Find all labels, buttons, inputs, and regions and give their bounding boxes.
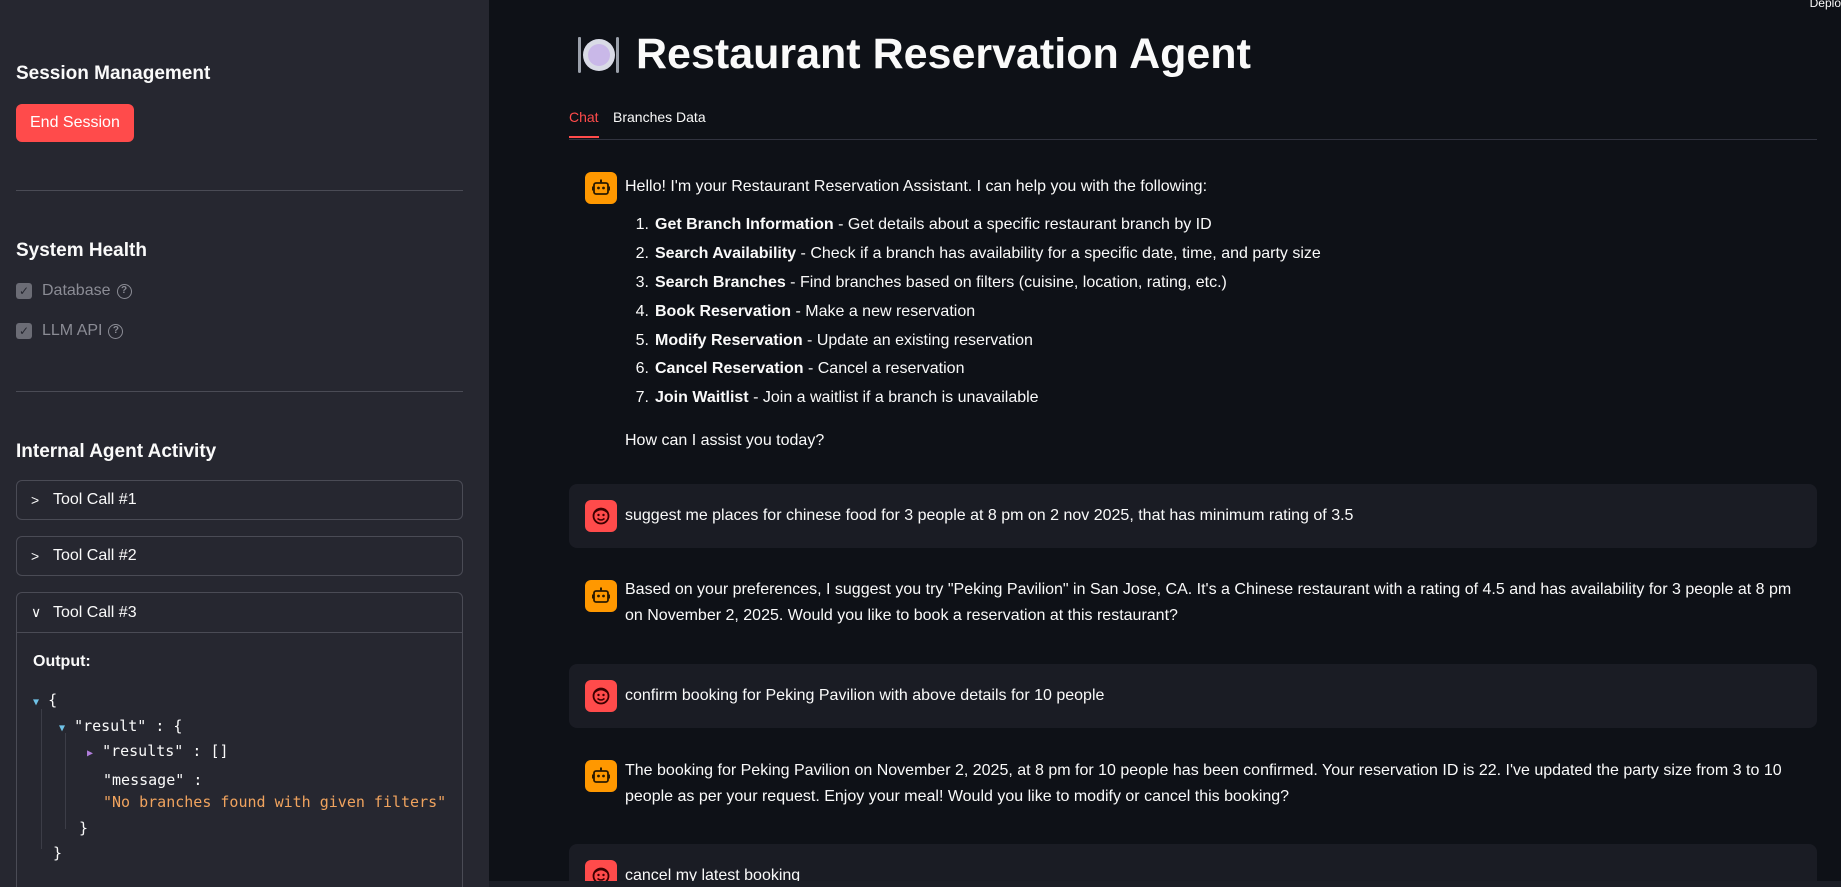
message-text: suggest me places for chinese food for 3…	[625, 507, 1354, 524]
list-item: 7. Join Waitlist - Join a waitlist if a b…	[635, 389, 1039, 406]
message-text: Based on your preferences, I suggest you…	[625, 581, 1792, 624]
json-guide	[65, 733, 66, 829]
tool-call-label: Tool Call #3	[53, 603, 137, 621]
tab-chat[interactable]: Chat	[569, 109, 599, 138]
json-brace: {	[48, 691, 58, 709]
user-avatar-icon	[585, 680, 617, 712]
sidebar: Session Management End Session System He…	[0, 0, 489, 887]
horizontal-scrollbar[interactable]	[489, 881, 1841, 887]
expand-triangle-icon[interactable]: ▶	[87, 748, 93, 759]
checkbox-checked-icon[interactable]: ✓	[16, 283, 32, 299]
system-health-heading: System Health	[16, 240, 147, 261]
main-area: Deplo Restaurant Reservation Agent Chat …	[489, 0, 1841, 887]
tool-call-label: Tool Call #2	[53, 547, 137, 564]
health-item-label: Database	[42, 282, 111, 299]
json-brace: {	[173, 717, 183, 735]
user-avatar-icon	[585, 500, 617, 532]
health-item-database[interactable]: ✓ Database ?	[16, 282, 132, 300]
output-label: Output:	[33, 653, 91, 670]
chat-message-assistant: Based on your preferences, I suggest you…	[569, 574, 1817, 636]
json-value-results: []	[210, 742, 229, 760]
collapse-triangle-icon[interactable]: ▼	[59, 723, 65, 734]
list-item: 4. Book Reservation - Make a new reservat…	[635, 303, 976, 320]
tool-call-expander-3: ∨ Tool Call #3 Output: ▼ { ▼ "result" : …	[16, 592, 463, 887]
message-text: The booking for Peking Pavilion on Novem…	[625, 762, 1782, 805]
bot-avatar-icon	[585, 172, 617, 204]
json-colon: :	[192, 742, 202, 760]
plate-icon	[576, 33, 620, 77]
chat-message-user: confirm booking for Peking Pavilion with…	[569, 664, 1817, 728]
message-intro: Hello! I'm your Restaurant Reservation A…	[625, 178, 1208, 195]
help-icon[interactable]: ?	[108, 323, 124, 339]
json-colon: :	[155, 717, 165, 735]
message-text: confirm booking for Peking Pavilion with…	[625, 687, 1105, 704]
session-management-heading: Session Management	[16, 63, 211, 84]
json-colon: :	[193, 771, 203, 789]
tool-call-expander-2[interactable]: > Tool Call #2	[16, 536, 463, 576]
health-item-label: LLM API	[42, 322, 103, 339]
message-outro: How can I assist you today?	[625, 432, 825, 449]
json-key-message: "message"	[103, 771, 185, 789]
tool-call-expander-1[interactable]: > Tool Call #1	[16, 480, 463, 520]
page-title: Restaurant Reservation Agent	[636, 30, 1251, 78]
list-item: 3. Search Branches - Find branches based …	[635, 274, 1227, 291]
end-session-button[interactable]: End Session	[16, 104, 134, 142]
bot-avatar-icon	[585, 760, 617, 792]
sidebar-divider	[16, 391, 463, 392]
page-header: Restaurant Reservation Agent	[576, 30, 1251, 79]
bot-avatar-icon	[585, 580, 617, 612]
internal-agent-activity-heading: Internal Agent Activity	[16, 441, 217, 462]
list-item: 5. Modify Reservation - Update an existin…	[635, 332, 1033, 349]
tab-branches-data[interactable]: Branches Data	[613, 109, 706, 136]
chevron-down-icon: ∨	[31, 604, 42, 620]
chevron-right-icon: >	[31, 492, 40, 508]
json-guide	[41, 709, 42, 849]
tab-bar: Chat Branches Data	[569, 104, 1817, 140]
list-item: 6. Cancel Reservation - Cancel a reservat…	[635, 360, 965, 377]
chat-message-user: suggest me places for chinese food for 3…	[569, 484, 1817, 548]
sidebar-divider	[16, 190, 463, 191]
json-key-results: "results"	[102, 742, 184, 760]
help-icon[interactable]: ?	[116, 283, 132, 299]
list-item: 1. Get Branch Information - Get details a…	[635, 216, 1212, 233]
json-brace: }	[53, 844, 63, 862]
list-item: 2. Search Availability - Check if a branc…	[635, 245, 1321, 262]
checkbox-checked-icon[interactable]: ✓	[16, 323, 32, 339]
chat-message-assistant: Hello! I'm your Restaurant Reservation A…	[569, 168, 1817, 454]
json-brace: }	[79, 819, 89, 837]
tool-call-label: Tool Call #1	[53, 491, 137, 508]
collapse-triangle-icon[interactable]: ▼	[33, 697, 39, 708]
deploy-button[interactable]: Deplo	[1810, 0, 1841, 10]
chat-message-assistant: The booking for Peking Pavilion on Novem…	[569, 758, 1817, 820]
health-item-llm-api[interactable]: ✓ LLM API ?	[16, 322, 124, 340]
json-key-result: "result"	[74, 717, 147, 735]
json-value-message: "No branches found with given filters"	[103, 793, 447, 811]
tool-call-header[interactable]: ∨ Tool Call #3	[17, 593, 462, 633]
chevron-right-icon: >	[31, 548, 40, 564]
